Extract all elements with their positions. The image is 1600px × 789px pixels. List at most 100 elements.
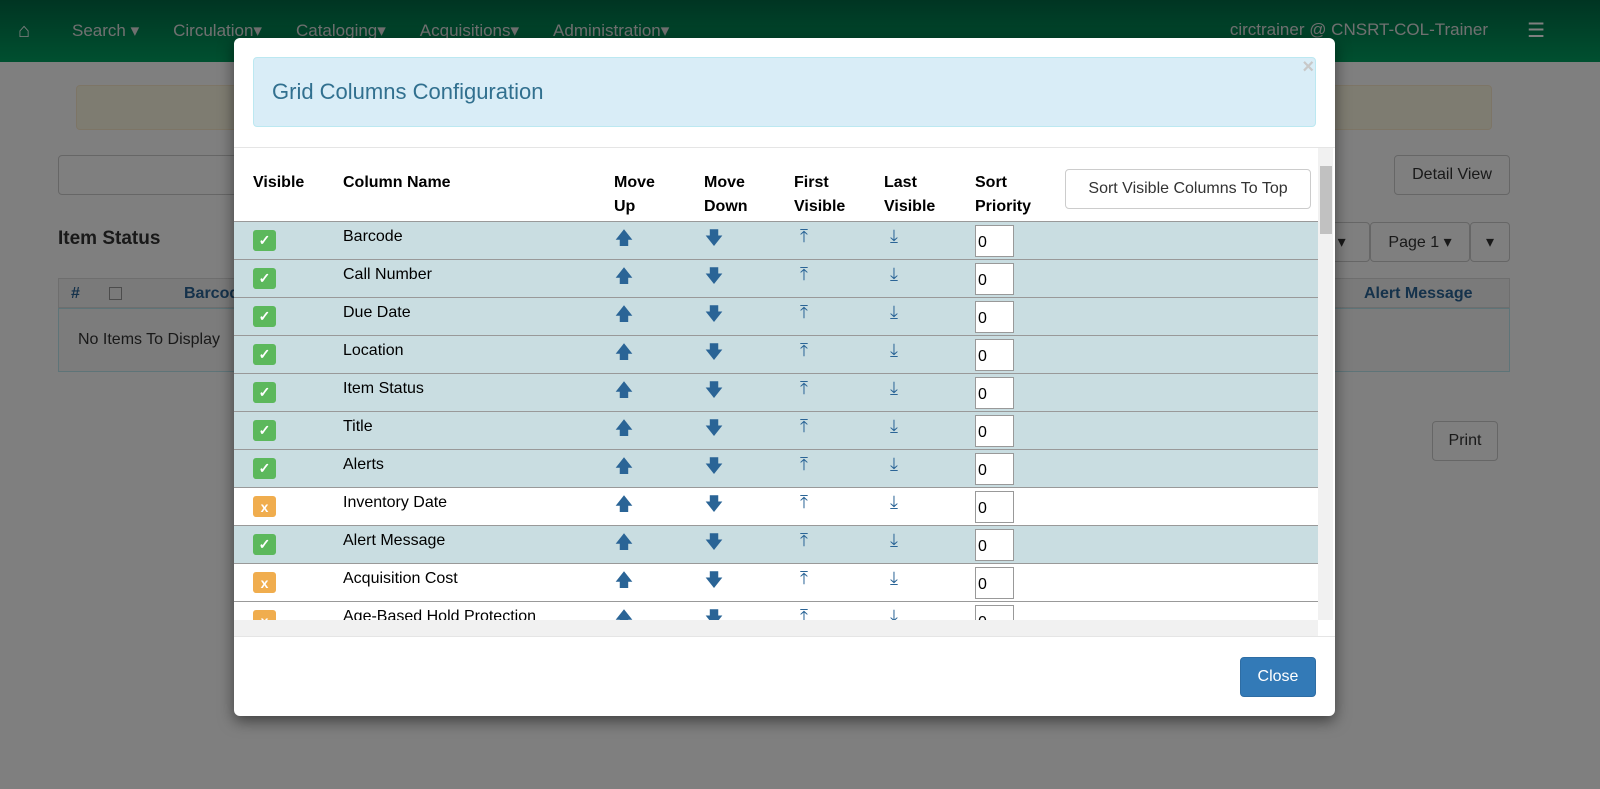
column-row: ✓ Item Status 🡅 🡇 ⤒ ⤓ 0 <box>234 373 1318 411</box>
move-to-first-icon[interactable]: ⤒ <box>794 378 814 399</box>
move-to-last-icon[interactable]: ⤓ <box>884 530 904 551</box>
move-to-first-icon[interactable]: ⤒ <box>794 454 814 475</box>
move-to-first-icon[interactable]: ⤒ <box>794 264 814 285</box>
move-to-last-icon[interactable]: ⤓ <box>884 454 904 475</box>
sort-priority-input[interactable]: 0 <box>975 453 1014 485</box>
modal-body: Visible Column Name Move Up Move Down Fi… <box>234 147 1335 636</box>
column-row: x Age-Based Hold Protection 🡅 🡇 ⤒ ⤓ 0 <box>234 601 1318 620</box>
move-to-last-icon[interactable]: ⤓ <box>884 568 904 589</box>
column-row: ✓ Title 🡅 🡇 ⤒ ⤓ 0 <box>234 411 1318 449</box>
column-name: Due Date <box>343 304 411 321</box>
arrow-up-icon[interactable]: 🡅 <box>614 378 634 408</box>
move-to-last-icon[interactable]: ⤓ <box>884 302 904 323</box>
visible-toggle[interactable]: ✓ <box>253 344 276 365</box>
visible-toggle[interactable]: ✓ <box>253 534 276 555</box>
move-to-last-icon[interactable]: ⤓ <box>884 416 904 437</box>
arrow-up-icon[interactable]: 🡅 <box>614 530 634 560</box>
close-icon[interactable]: × <box>1302 56 1314 79</box>
sort-priority-input[interactable]: 0 <box>975 377 1014 409</box>
visible-toggle[interactable]: ✓ <box>253 230 276 251</box>
sort-priority-input[interactable]: 0 <box>975 415 1014 447</box>
column-row: ✓ Call Number 🡅 🡇 ⤒ ⤓ 0 <box>234 259 1318 297</box>
header-last-visible: Last Visible <box>884 174 936 215</box>
move-to-first-icon[interactable]: ⤒ <box>794 302 814 323</box>
arrow-down-icon[interactable]: 🡇 <box>704 568 724 598</box>
arrow-down-icon[interactable]: 🡇 <box>704 340 724 370</box>
arrow-up-icon[interactable]: 🡅 <box>614 340 634 370</box>
sort-priority-input[interactable]: 0 <box>975 529 1014 561</box>
arrow-up-icon[interactable]: 🡅 <box>614 416 634 446</box>
column-row: x Acquisition Cost 🡅 🡇 ⤒ ⤓ 0 <box>234 563 1318 601</box>
header-column-name: Column Name <box>343 174 451 191</box>
visible-toggle[interactable]: x <box>253 610 276 620</box>
sort-priority-input[interactable]: 0 <box>975 301 1014 333</box>
visible-toggle[interactable]: x <box>253 572 276 593</box>
column-row: ✓ Alert Message 🡅 🡇 ⤒ ⤓ 0 <box>234 525 1318 563</box>
move-to-last-icon[interactable]: ⤓ <box>884 378 904 399</box>
arrow-up-icon[interactable]: 🡅 <box>614 568 634 598</box>
move-to-last-icon[interactable]: ⤓ <box>884 340 904 361</box>
header-sort-priority: Sort Priority <box>975 174 1032 215</box>
columns-grid: Visible Column Name Move Up Move Down Fi… <box>234 148 1318 620</box>
arrow-down-icon[interactable]: 🡇 <box>704 530 724 560</box>
column-row: ✓ Due Date 🡅 🡇 ⤒ ⤓ 0 <box>234 297 1318 335</box>
move-to-last-icon[interactable]: ⤓ <box>884 226 904 247</box>
move-to-last-icon[interactable]: ⤓ <box>884 492 904 513</box>
arrow-down-icon[interactable]: 🡇 <box>704 378 724 408</box>
visible-toggle[interactable]: ✓ <box>253 306 276 327</box>
move-to-first-icon[interactable]: ⤒ <box>794 530 814 551</box>
move-to-first-icon[interactable]: ⤒ <box>794 492 814 513</box>
arrow-down-icon[interactable]: 🡇 <box>704 492 724 522</box>
grid-columns-modal: Grid Columns Configuration × Visible Col… <box>234 38 1335 716</box>
visible-toggle[interactable]: ✓ <box>253 382 276 403</box>
move-to-last-icon[interactable]: ⤓ <box>884 606 904 620</box>
sort-priority-input[interactable]: 0 <box>975 491 1014 523</box>
column-row: ✓ Barcode 🡅 🡇 ⤒ ⤓ 0 <box>234 221 1318 259</box>
arrow-up-icon[interactable]: 🡅 <box>614 226 634 256</box>
sort-priority-input[interactable]: 0 <box>975 225 1014 257</box>
visible-toggle[interactable]: ✓ <box>253 268 276 289</box>
arrow-up-icon[interactable]: 🡅 <box>614 302 634 332</box>
column-row: x Inventory Date 🡅 🡇 ⤒ ⤓ 0 <box>234 487 1318 525</box>
header-first-visible: First Visible <box>794 174 846 215</box>
arrow-down-icon[interactable]: 🡇 <box>704 416 724 446</box>
column-name: Item Status <box>343 380 424 397</box>
arrow-up-icon[interactable]: 🡅 <box>614 264 634 294</box>
arrow-down-icon[interactable]: 🡇 <box>704 264 724 294</box>
arrow-down-icon[interactable]: 🡇 <box>704 226 724 256</box>
close-button[interactable]: Close <box>1240 657 1316 697</box>
vertical-scrollbar[interactable] <box>1318 148 1333 620</box>
visible-toggle[interactable]: x <box>253 496 276 517</box>
column-name: Title <box>343 418 373 435</box>
column-name: Call Number <box>343 266 432 283</box>
column-name: Barcode <box>343 228 403 245</box>
header-move-up: Move Up <box>614 174 655 215</box>
move-to-first-icon[interactable]: ⤒ <box>794 568 814 589</box>
modal-title: Grid Columns Configuration <box>272 79 544 104</box>
move-to-last-icon[interactable]: ⤓ <box>884 264 904 285</box>
sort-priority-input[interactable]: 0 <box>975 263 1014 295</box>
arrow-up-icon[interactable]: 🡅 <box>614 454 634 484</box>
arrow-up-icon[interactable]: 🡅 <box>614 606 634 620</box>
grid-header: Visible Column Name Move Up Move Down Fi… <box>234 148 1318 221</box>
horizontal-scrollbar[interactable] <box>234 620 1318 636</box>
column-name: Age-Based Hold Protection <box>343 608 536 620</box>
scrollbar-thumb[interactable] <box>1320 166 1332 234</box>
move-to-first-icon[interactable]: ⤒ <box>794 340 814 361</box>
sort-priority-input[interactable]: 0 <box>975 605 1014 620</box>
move-to-first-icon[interactable]: ⤒ <box>794 416 814 437</box>
visible-toggle[interactable]: ✓ <box>253 420 276 441</box>
move-to-first-icon[interactable]: ⤒ <box>794 606 814 620</box>
arrow-down-icon[interactable]: 🡇 <box>704 302 724 332</box>
visible-toggle[interactable]: ✓ <box>253 458 276 479</box>
column-name: Acquisition Cost <box>343 570 458 587</box>
sort-visible-to-top-button[interactable]: Sort Visible Columns To Top <box>1065 169 1311 209</box>
sort-priority-input[interactable]: 0 <box>975 339 1014 371</box>
sort-priority-input[interactable]: 0 <box>975 567 1014 599</box>
move-to-first-icon[interactable]: ⤒ <box>794 226 814 247</box>
header-move-down: Move Down <box>704 174 748 215</box>
arrow-up-icon[interactable]: 🡅 <box>614 492 634 522</box>
column-name: Location <box>343 342 404 359</box>
arrow-down-icon[interactable]: 🡇 <box>704 454 724 484</box>
arrow-down-icon[interactable]: 🡇 <box>704 606 724 620</box>
